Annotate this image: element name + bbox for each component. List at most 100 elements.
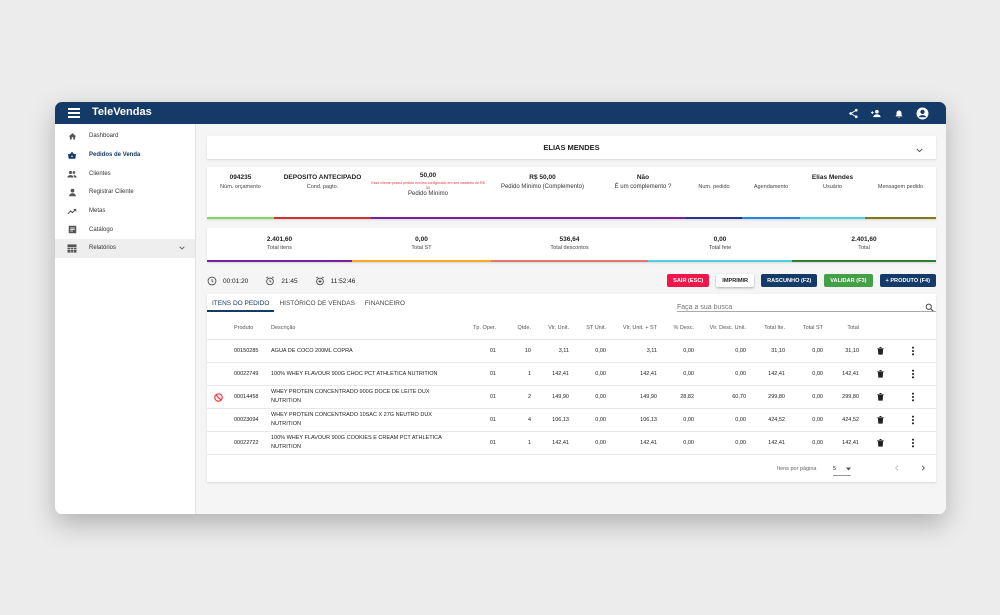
timers: 00:01:20 21:45 11:52:46: [207, 274, 372, 288]
info-label: Pedido Mínimo: [407, 191, 449, 197]
chevron-down-icon[interactable]: [915, 142, 924, 160]
total-cell: 0,00 Total fete: [648, 228, 792, 262]
sidebar-item-label: Pedidos de Venda: [89, 152, 141, 159]
total-value: 536,64: [559, 236, 580, 243]
delete-icon[interactable]: [874, 363, 886, 385]
more-options-icon[interactable]: [907, 409, 919, 431]
sidebar-item-pedidos-de-venda[interactable]: Pedidos de Venda: [55, 146, 195, 165]
table-cell: 28,82: [680, 394, 694, 400]
total-value: 2.401,60: [851, 236, 877, 243]
timer-value: 21:45: [281, 277, 298, 285]
table-cell: 4: [527, 417, 531, 423]
total-label: Total ST: [411, 245, 432, 251]
share-icon[interactable]: [846, 106, 860, 120]
column-header: Total Ite.: [764, 324, 785, 331]
more-options-icon[interactable]: [907, 432, 919, 454]
table-row[interactable]: 00022749 100% WHEY FLAVOUR 900G CHOC PCT …: [207, 363, 936, 386]
sidebar-item-label: Clientes: [89, 170, 111, 177]
more-options-icon[interactable]: [907, 340, 919, 362]
column-header: ST Unit.: [586, 324, 606, 331]
table-cell: 0,00: [812, 348, 823, 354]
delete-icon[interactable]: [874, 340, 886, 362]
total-cell: 536,64 Total descontos: [491, 228, 648, 262]
table-cell: 0,00: [595, 394, 606, 400]
catalog-icon: [68, 226, 76, 234]
table-cell: 0,00: [812, 440, 823, 446]
page-size-label: Itens por página: [777, 466, 817, 472]
table-cell: WHEY PROTEIN CONCENTRADO 10SAC X 27G NEU…: [271, 412, 432, 427]
page-size-select[interactable]: 5: [833, 463, 851, 476]
info-color-bar: [800, 217, 865, 219]
add-product-button[interactable]: + PRODUTO (F4): [879, 274, 936, 287]
tab-financeiro[interactable]: FINANCEIRO: [360, 294, 410, 312]
delete-icon[interactable]: [874, 432, 886, 454]
table-cell: 3,11: [558, 348, 569, 354]
next-page-icon[interactable]: [919, 464, 927, 474]
table-cell: 142,41: [552, 371, 569, 377]
customer-panel[interactable]: ELIAS MENDES: [207, 136, 936, 159]
delete-icon[interactable]: [874, 409, 886, 431]
info-value: [742, 174, 800, 182]
home-icon: [68, 132, 76, 140]
total-color-bar: [352, 260, 491, 262]
column-header: Vlr. Unit.: [548, 324, 569, 331]
table-cell: 142,41: [842, 371, 859, 377]
validate-button[interactable]: VALIDAR (F3): [824, 274, 873, 287]
previous-page-icon[interactable]: [893, 464, 901, 474]
customer-name: ELIAS MENDES: [543, 143, 600, 152]
sidebar-item-registrar-cliente[interactable]: Registrar Cliente: [55, 183, 195, 202]
draft-button[interactable]: RASCUNHO (F2): [761, 274, 818, 287]
alarm-add-timer: 11:52:46: [315, 276, 355, 286]
table-row[interactable]: 00022722 100% WHEY FLAVOUR 900G COOKIES E…: [207, 432, 936, 455]
sidebar-item-label: Relatórios: [89, 245, 117, 252]
table-icon: [67, 244, 77, 253]
info-color-bar: [485, 217, 600, 219]
more-options-icon[interactable]: [907, 386, 919, 408]
table-cell: 0,00: [683, 348, 694, 354]
table-cell: 01: [489, 371, 496, 377]
table-cell: 2: [527, 394, 531, 400]
table-row[interactable]: 00150285 AGUA DE COCO 200ML COPRA 01 10 3,11…: [207, 340, 936, 363]
table-cell: 424,52: [768, 417, 785, 423]
table-cell: 0,00: [595, 348, 606, 354]
sidebar-item-clientes[interactable]: Clientes: [55, 164, 195, 183]
print-button[interactable]: IMPRIMIR: [716, 274, 755, 287]
top-app-bar: TeleVendas: [55, 102, 946, 124]
search-icon[interactable]: [925, 299, 934, 317]
sidebar-item-metas[interactable]: Metas: [55, 202, 195, 221]
total-value: 0,00: [415, 236, 428, 243]
account-icon[interactable]: [915, 106, 929, 120]
column-header: % Desc.: [673, 324, 694, 331]
sidebar-item-relatorios[interactable]: Relatórios: [55, 239, 195, 258]
table-cell: 299,80: [768, 394, 785, 400]
table-cell: 01: [489, 417, 496, 423]
more-options-icon[interactable]: [907, 363, 919, 385]
info-color-bar: [600, 217, 686, 219]
add-person-icon[interactable]: [869, 106, 883, 120]
info-label: Agendamento: [753, 184, 789, 190]
bell-icon[interactable]: [892, 106, 906, 120]
table-cell: 0,00: [735, 417, 746, 423]
table-cell: 0,00: [595, 371, 606, 377]
delete-icon[interactable]: [874, 386, 886, 408]
table-row[interactable]: 00023094 WHEY PROTEIN CONCENTRADO 10SAC X…: [207, 409, 936, 432]
menu-icon[interactable]: [67, 106, 81, 120]
table-cell: 01: [489, 440, 496, 446]
table-cell: 3,11: [646, 348, 657, 354]
sidebar-item-dashboard[interactable]: Dashboard: [55, 127, 195, 146]
tab-historico-de-vendas[interactable]: HISTÓRICO DE VENDAS: [274, 294, 359, 312]
exit-button[interactable]: SAIR (ESC): [667, 274, 710, 287]
people-icon: [67, 170, 77, 178]
info-color-bar: [865, 217, 936, 219]
tab-itens-do-pedido[interactable]: ITENS DO PEDIDO: [207, 294, 275, 312]
sidebar-item-catalogo[interactable]: Catálogo: [55, 220, 195, 239]
elapsed-timer: 00:01:20: [207, 276, 248, 286]
info-color-bar: [207, 217, 274, 219]
info-color-bar: [686, 217, 742, 219]
search-input[interactable]: [677, 300, 917, 315]
table-cell: 0,00: [683, 371, 694, 377]
items-table: Produto Descrição Tp. Oper. Qtde. Vlr. Unit.…: [207, 316, 936, 455]
table-cell: WHEY PROTEIN CONCENTRADO 900G DOCE DE LE…: [271, 389, 430, 404]
table-cell: 142,41: [552, 440, 569, 446]
table-row[interactable]: 00014458 WHEY PROTEIN CONCENTRADO 900G DO…: [207, 386, 936, 409]
